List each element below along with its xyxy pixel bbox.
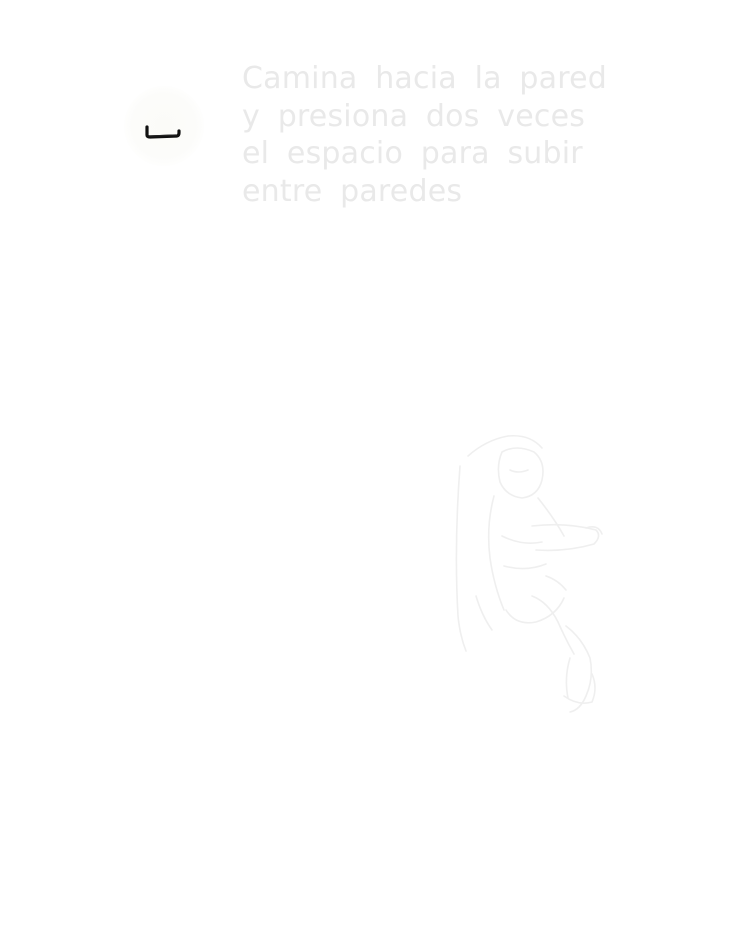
instruction-line: el espacio para subir [242, 136, 583, 171]
tutorial-instruction: Camina hacia la pared y presiona dos vec… [242, 60, 608, 210]
instruction-line: entre paredes [242, 173, 463, 209]
space-bar-icon [145, 125, 181, 139]
wall-climbing-character-sketch [455, 434, 603, 713]
game-screen: Camina hacia la pared y presiona dos vec… [0, 0, 733, 943]
instruction-line: y presiona dos veces [242, 98, 586, 134]
instruction-line: Camina hacia la pared [242, 61, 608, 96]
